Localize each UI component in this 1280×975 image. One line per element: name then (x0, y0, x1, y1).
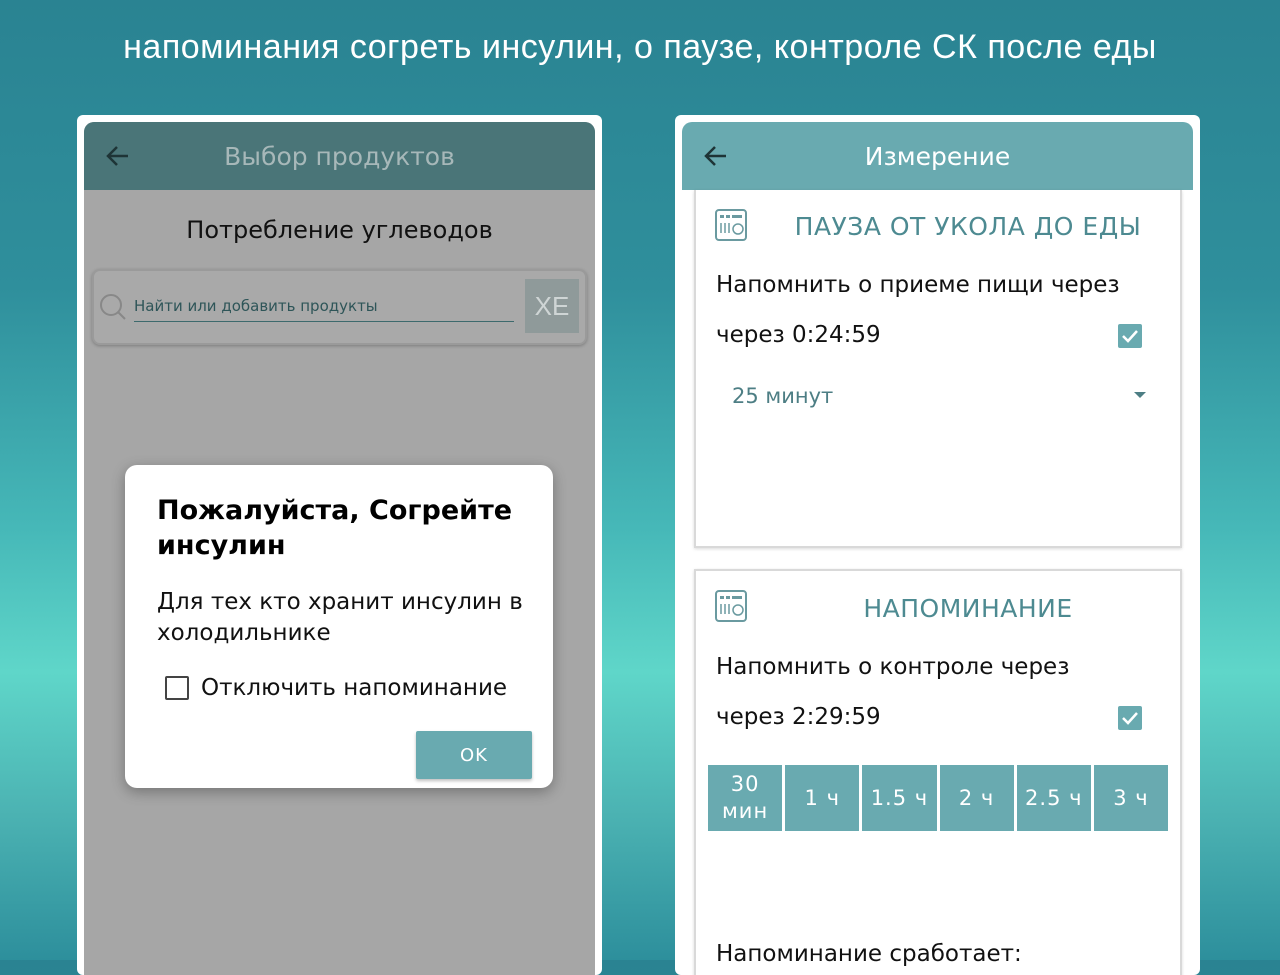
reminder-checkbox[interactable] (1118, 706, 1142, 730)
pause-checkbox[interactable] (1118, 324, 1142, 348)
disable-reminder-checkbox[interactable]: Отключить напоминание (165, 675, 507, 701)
pause-card: ПАУЗА ОТ УКОЛА ДО ЕДЫ Напомнить о приеме… (694, 190, 1182, 548)
dialog-title: Пожалуйста, Согрейте инсулин (157, 495, 513, 561)
search-icon (99, 293, 127, 321)
time-option-group: 30 мин 1 ч 1.5 ч 2 ч 2.5 ч 3 ч (708, 765, 1169, 831)
pause-duration-select[interactable]: 25 минут (732, 384, 833, 408)
time-option-30min[interactable]: 30 мин (708, 765, 783, 831)
pause-card-line1: Напомнить о приеме пищи через (716, 272, 1120, 298)
left-appbar-title: Выбор продуктов (224, 142, 455, 171)
time-option-1h[interactable]: 1 ч (785, 765, 860, 831)
disable-reminder-label: Отключить напоминание (201, 675, 508, 701)
time-option-1-5h[interactable]: 1.5 ч (862, 765, 937, 831)
pause-countdown: через 0:24:59 (716, 322, 881, 348)
warm-insulin-dialog: Пожалуйста, Согрейте инсулин Для тех кто… (125, 465, 553, 788)
reminder-countdown: через 2:29:59 (716, 704, 881, 730)
left-screen: Выбор продуктов Потребление углеводов ХЕ… (84, 122, 595, 975)
check-icon (1122, 712, 1138, 725)
check-icon (1122, 330, 1138, 343)
search-card: ХЕ (92, 269, 587, 345)
right-appbar-title: Измерение (864, 142, 1011, 171)
dialog-message: Для тех кто хранит инсулин в холодильник… (157, 589, 523, 646)
xe-button[interactable]: ХЕ (525, 279, 579, 333)
calculator-icon (714, 208, 748, 242)
pause-card-title: ПАУЗА ОТ УКОЛА ДО ЕДЫ (794, 212, 1142, 241)
checkbox-unchecked-icon[interactable] (165, 676, 189, 700)
time-option-3h[interactable]: 3 ч (1093, 765, 1169, 831)
carbs-subtitle: Потребление углеводов (186, 216, 493, 244)
dropdown-arrow-icon[interactable] (1134, 392, 1146, 398)
reminder-card-line1: Напомнить о контроле через (716, 654, 1070, 680)
reminder-card: НАПОМИНАНИЕ Напомнить о контроле через ч… (694, 569, 1182, 975)
time-option-2h[interactable]: 2 ч (939, 765, 1014, 831)
time-option-2-5h[interactable]: 2.5 ч (1016, 765, 1091, 831)
left-appbar: Выбор продуктов (84, 122, 595, 190)
right-screen: Измерение ПАУЗА ОТ УКОЛА ДО ЕДЫ Напомнит… (682, 122, 1193, 975)
calculator-icon (714, 589, 748, 623)
headline: напоминания согреть инсулин, о паузе, ко… (123, 28, 1157, 66)
right-phone-frame: Измерение ПАУЗА ОТ УКОЛА ДО ЕДЫ Напомнит… (675, 115, 1200, 975)
product-search-input[interactable] (134, 291, 514, 322)
reminder-fires-label: Напоминание сработает: (716, 941, 1022, 967)
right-appbar: Измерение (682, 122, 1193, 190)
reminder-card-title: НАПОМИНАНИЕ (863, 594, 1073, 623)
ok-button[interactable]: OK (416, 731, 532, 779)
left-phone-frame: Выбор продуктов Потребление углеводов ХЕ… (77, 115, 602, 975)
